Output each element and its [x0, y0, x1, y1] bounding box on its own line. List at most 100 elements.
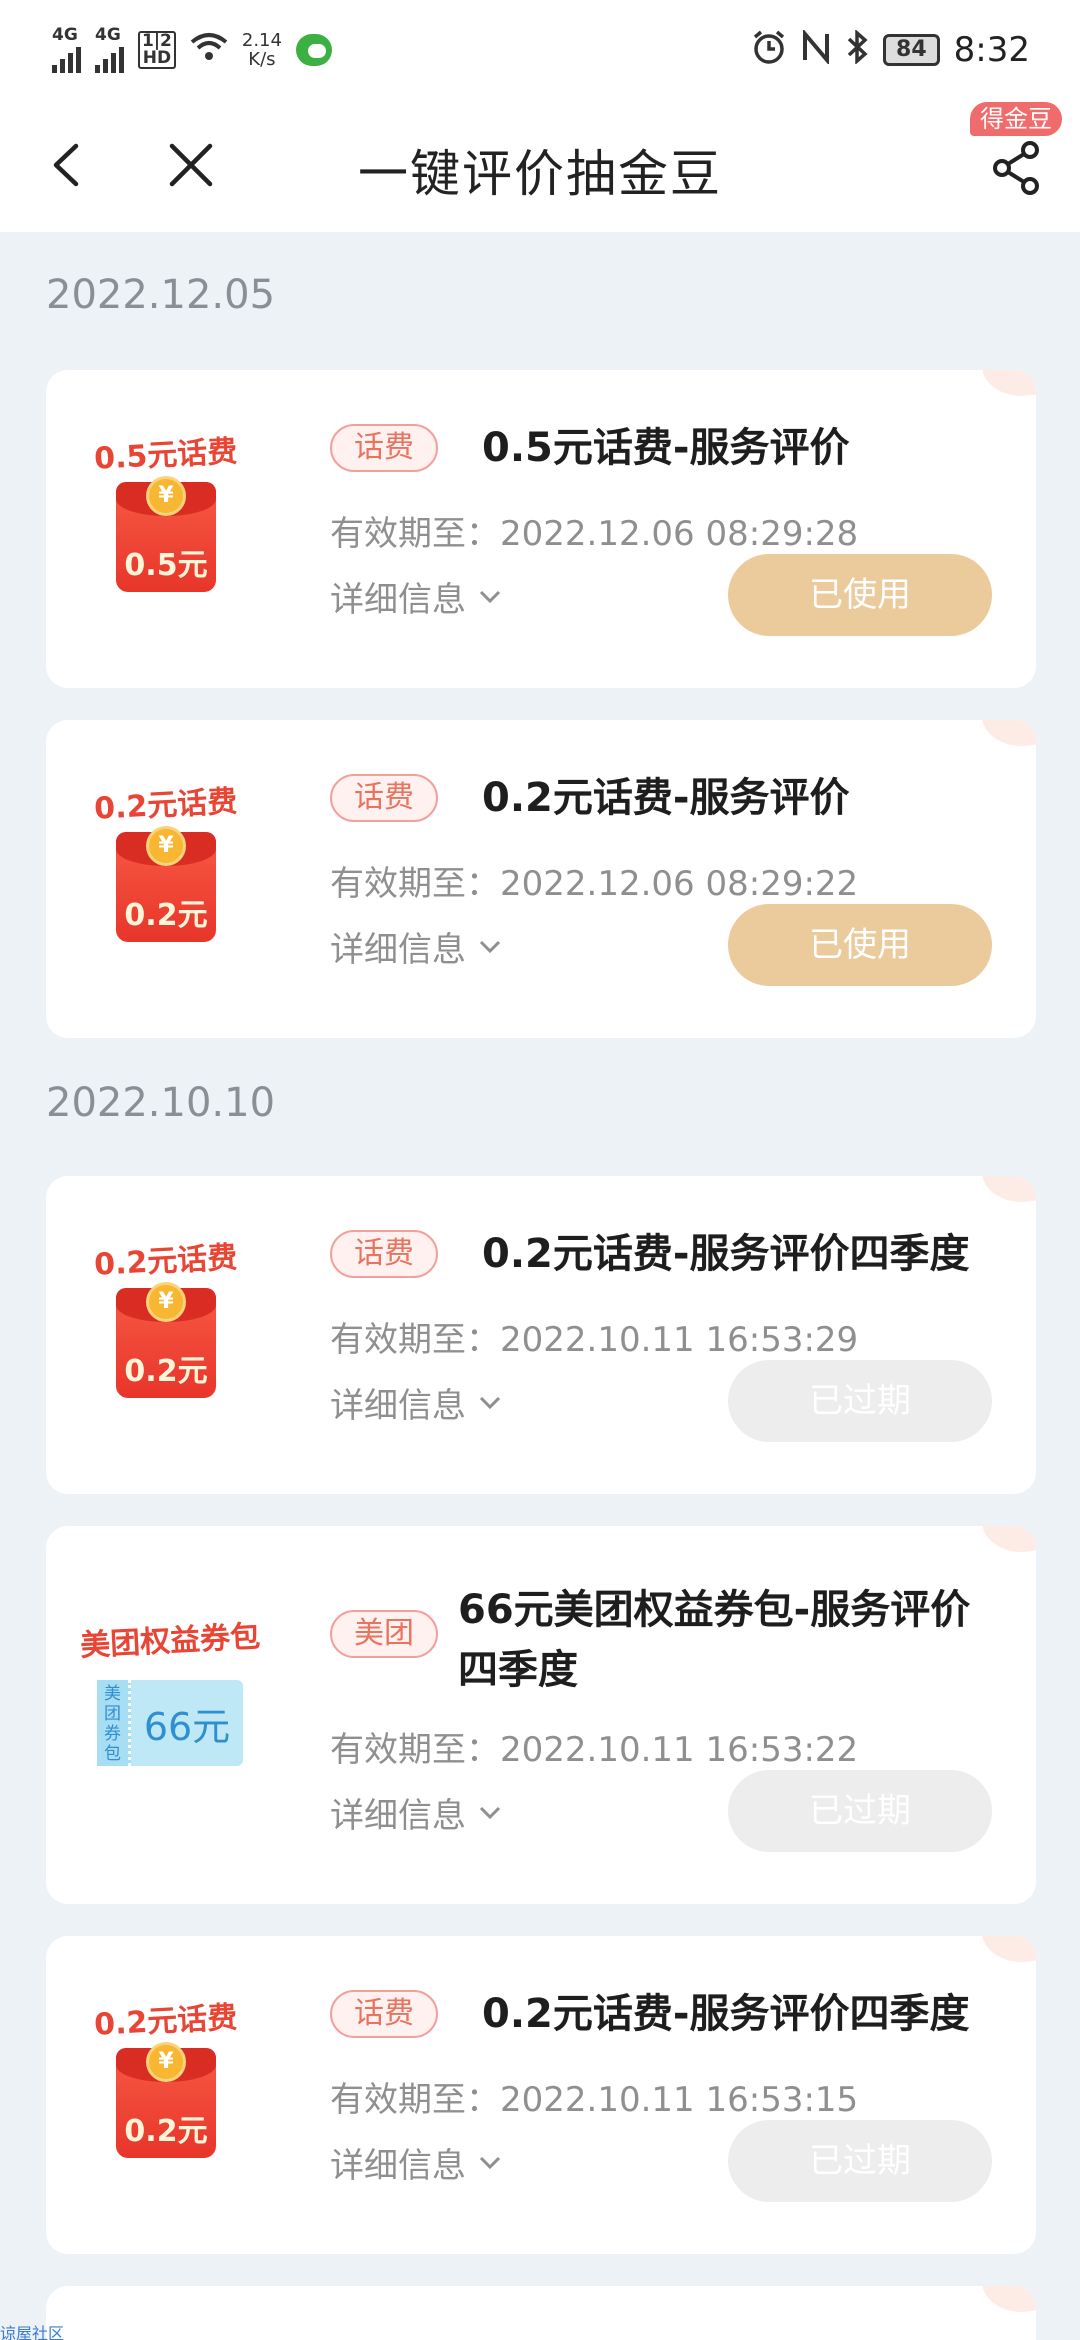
reward-title: 0.5元话费-服务评价	[482, 425, 850, 471]
status-time: 8:32	[953, 30, 1030, 70]
red-packet-icon: ¥ 0.2元	[116, 826, 216, 942]
prize-amount: 0.2元	[124, 2114, 208, 2149]
category-tag: 话费	[330, 424, 438, 472]
chevron-down-icon	[478, 933, 502, 961]
reward-card[interactable]: 0.2元话费 ¥ 0.2元 话费 0.2元话费-服务评价 有效期至：2022.1…	[46, 720, 1036, 1038]
category-tag: 话费	[330, 1990, 438, 2038]
hd-call-icon: 1|2 HD	[138, 31, 176, 69]
expiry-date: 有效期至：2022.10.11 16:53:22	[330, 1730, 859, 1770]
nfc-icon	[801, 28, 831, 70]
prize-image: 0.2元话费 ¥ 0.2元	[86, 1236, 246, 1398]
details-label: 详细信息	[330, 930, 466, 970]
watermark: 谅屋社区	[0, 2324, 65, 2340]
prize-amount: 0.2元	[124, 898, 208, 933]
details-toggle[interactable]: 详细信息	[330, 572, 502, 621]
card-corner-decoration	[982, 370, 1036, 396]
prize-label: 0.5元话费	[93, 434, 239, 477]
details-toggle[interactable]: 详细信息	[330, 2138, 502, 2187]
network-speed-value: 2.14	[241, 30, 282, 51]
reward-card[interactable]: 美团权益券包 美团券包 66元 美团 66元美团权益券包-服务评价 四季度 有效…	[46, 1526, 1036, 1904]
prize-amount: 66元	[143, 1704, 231, 1749]
share-button[interactable]	[990, 140, 1046, 196]
network-speed: 2.14 K/s	[242, 31, 282, 69]
category-tag: 话费	[330, 774, 438, 822]
status-bar: 4G 4G 1|2 HD 2.14 K/s 84 8:32	[0, 0, 1080, 100]
chevron-down-icon	[478, 1799, 502, 1827]
reward-title: 66元美团权益券包-服务评价	[458, 1587, 971, 1633]
gold-bean-badge[interactable]: 得金豆	[970, 102, 1062, 136]
details-label: 详细信息	[330, 580, 466, 620]
card-corner-decoration	[982, 1176, 1036, 1202]
status-button-used[interactable]: 已使用	[728, 554, 992, 636]
coin-icon: ¥	[146, 826, 186, 866]
details-toggle[interactable]: 详细信息	[330, 922, 502, 971]
prize-label: 美团权益券包	[79, 1619, 261, 1664]
status-bar-left: 4G 4G 1|2 HD 2.14 K/s	[52, 27, 332, 73]
network-type-label: 4G	[52, 25, 78, 45]
status-button-expired[interactable]: 已过期	[728, 1770, 992, 1852]
details-toggle[interactable]: 详细信息	[330, 1788, 502, 1837]
alarm-icon	[751, 29, 787, 71]
voucher-icon: 美团券包 66元	[97, 1680, 243, 1766]
reward-card-partial[interactable]	[46, 2286, 1036, 2340]
bluetooth-icon	[845, 29, 869, 70]
date-header: 2022.12.05	[46, 272, 276, 318]
status-button-expired[interactable]: 已过期	[728, 2120, 992, 2202]
status-button-expired[interactable]: 已过期	[728, 1360, 992, 1442]
prize-amount: 0.2元	[124, 1354, 208, 1389]
coin-icon: ¥	[146, 476, 186, 516]
card-corner-decoration	[982, 1526, 1036, 1552]
signal-indicator-2: 4G	[95, 27, 124, 73]
status-button-used[interactable]: 已使用	[728, 904, 992, 986]
reward-card[interactable]: 0.2元话费 ¥ 0.2元 话费 0.2元话费-服务评价四季度 有效期至：202…	[46, 1176, 1036, 1494]
network-speed-unit: K/s	[248, 49, 276, 70]
chevron-down-icon	[478, 2149, 502, 2177]
reward-title: 0.2元话费-服务评价四季度	[482, 1231, 970, 1277]
card-corner-decoration	[982, 1936, 1036, 1962]
prize-image: 0.2元话费 ¥ 0.2元	[86, 1996, 246, 2158]
signal-bars-icon	[52, 43, 81, 73]
details-toggle[interactable]: 详细信息	[330, 1378, 502, 1427]
expiry-date: 有效期至：2022.10.11 16:53:29	[330, 1320, 859, 1360]
details-label: 详细信息	[330, 2146, 466, 2186]
prize-label: 0.2元话费	[93, 1240, 239, 1283]
prize-image: 0.2元话费 ¥ 0.2元	[86, 780, 246, 942]
reward-card[interactable]: 0.2元话费 ¥ 0.2元 话费 0.2元话费-服务评价四季度 有效期至：202…	[46, 1936, 1036, 2254]
coin-icon: ¥	[146, 2042, 186, 2082]
card-corner-decoration	[982, 720, 1036, 746]
share-icon	[993, 141, 1039, 195]
reward-card[interactable]: 0.5元话费 ¥ 0.5元 话费 0.5元话费-服务评价 有效期至：2022.1…	[46, 370, 1036, 688]
voucher-side-label: 美团券包	[97, 1680, 131, 1766]
reward-title-continued: 四季度	[458, 1647, 578, 1693]
navigation-bar: 一键评价抽金豆 得金豆	[0, 100, 1080, 232]
category-tag: 美团	[330, 1610, 438, 1658]
coin-icon: ¥	[146, 1282, 186, 1322]
reward-title: 0.2元话费-服务评价四季度	[482, 1991, 970, 2037]
chevron-down-icon	[478, 1389, 502, 1417]
network-type-label: 4G	[95, 25, 121, 45]
wechat-notification-icon	[295, 34, 332, 66]
card-corner-decoration	[982, 2286, 1036, 2312]
expiry-date: 有效期至：2022.10.11 16:53:15	[330, 2080, 859, 2120]
details-label: 详细信息	[330, 1386, 466, 1426]
chevron-down-icon	[478, 583, 502, 611]
signal-indicator-1: 4G	[52, 27, 81, 73]
prize-image: 美团权益券包 美团券包 66元	[70, 1616, 270, 1766]
expiry-date: 有效期至：2022.12.06 08:29:28	[330, 514, 859, 554]
wifi-icon	[190, 32, 228, 68]
category-tag: 话费	[330, 1230, 438, 1278]
prize-amount: 0.5元	[124, 548, 208, 583]
hd-call-bottom-label: HD	[142, 48, 172, 68]
red-packet-icon: ¥ 0.2元	[116, 1282, 216, 1398]
prize-image: 0.5元话费 ¥ 0.5元	[86, 430, 246, 592]
red-packet-icon: ¥ 0.5元	[116, 476, 216, 592]
red-packet-icon: ¥ 0.2元	[116, 2042, 216, 2158]
prize-label: 0.2元话费	[93, 784, 239, 827]
reward-title: 0.2元话费-服务评价	[482, 775, 850, 821]
signal-bars-icon	[95, 43, 124, 73]
date-header: 2022.10.10	[46, 1080, 276, 1126]
page-title: 一键评价抽金豆	[358, 145, 722, 203]
details-label: 详细信息	[330, 1796, 466, 1836]
battery-level: 84	[883, 34, 940, 66]
expiry-date: 有效期至：2022.12.06 08:29:22	[330, 864, 859, 904]
